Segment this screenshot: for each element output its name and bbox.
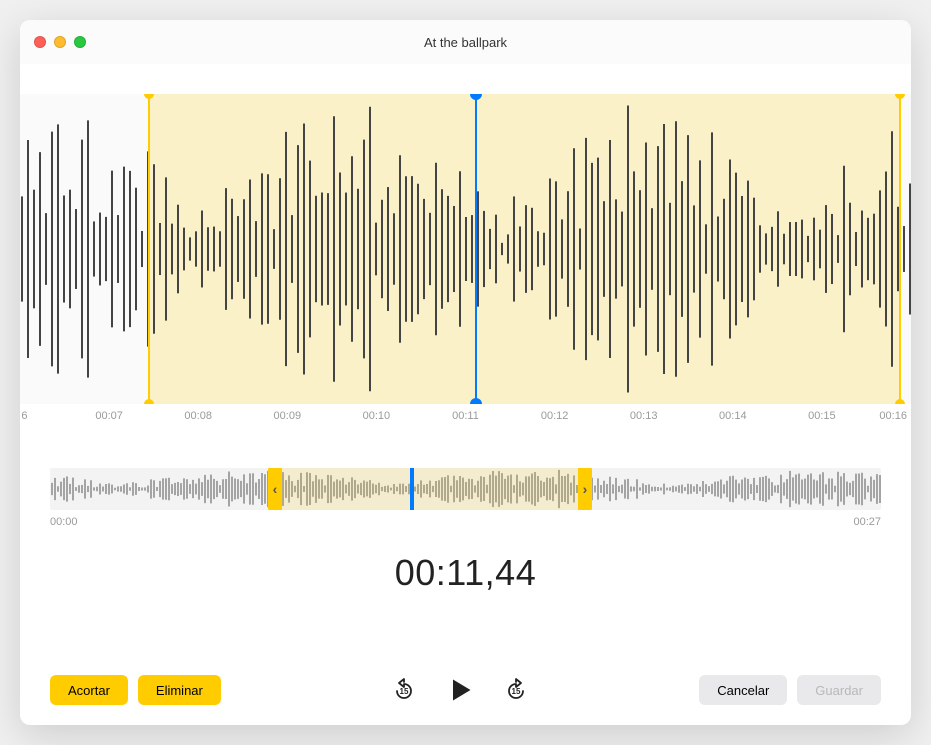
window-zoom-button[interactable] — [74, 36, 86, 48]
overview-time-labels: 00:00 00:27 — [50, 516, 881, 528]
skip-forward-button[interactable]: 15 — [504, 678, 528, 702]
overview-end-label: 00:27 — [853, 516, 881, 528]
save-button[interactable]: Guardar — [797, 675, 881, 705]
trim-end-handle[interactable] — [899, 94, 901, 404]
cancel-button[interactable]: Cancelar — [699, 675, 787, 705]
ruler-tick: 00:14 — [719, 410, 747, 422]
trim-button[interactable]: Acortar — [50, 675, 128, 705]
transport-controls: 15 15 — [231, 676, 689, 704]
ruler-tick: 00:08 — [184, 410, 212, 422]
dialog-buttons: Cancelar Guardar — [699, 675, 881, 705]
overview-playhead[interactable] — [410, 468, 414, 510]
window-close-button[interactable] — [34, 36, 46, 48]
skip-back-icon: 15 — [392, 678, 416, 702]
controls-bar: Acortar Eliminar 15 15 C — [20, 675, 911, 705]
window-title: At the ballpark — [34, 35, 897, 50]
overview-wrapper: ‹ › 00:00 00:27 — [50, 468, 881, 528]
window-minimize-button[interactable] — [54, 36, 66, 48]
playhead[interactable] — [475, 94, 477, 404]
app-window: At the ballpark 6 00:07 00:08 00:09 00:10 00:… — [20, 20, 911, 725]
ruler-tick: 00:09 — [274, 410, 302, 422]
titlebar: At the ballpark — [20, 20, 911, 64]
ruler-tick: 6 — [21, 410, 27, 422]
ruler-tick: 00:12 — [541, 410, 569, 422]
current-timecode: 00:11,44 — [20, 552, 911, 594]
skip-forward-icon: 15 — [504, 678, 528, 702]
waveform-graphic — [20, 94, 911, 404]
overview-trim-start-handle[interactable]: ‹ — [268, 468, 282, 510]
skip-back-button[interactable]: 15 — [392, 678, 416, 702]
ruler-tick: 00:07 — [95, 410, 123, 422]
svg-text:15: 15 — [512, 687, 521, 696]
svg-text:15: 15 — [400, 687, 409, 696]
ruler-tick: 00:10 — [363, 410, 391, 422]
time-ruler: 6 00:07 00:08 00:09 00:10 00:11 00:12 00:13 00:1… — [20, 404, 911, 428]
ruler-tick: 00:13 — [630, 410, 658, 422]
ruler-tick: 00:16 — [879, 410, 907, 422]
overview-start-label: 00:00 — [50, 516, 78, 528]
ruler-tick: 00:11 — [452, 410, 479, 422]
delete-button[interactable]: Eliminar — [138, 675, 221, 705]
trim-start-handle[interactable] — [148, 94, 150, 404]
play-icon — [446, 676, 474, 704]
detail-waveform[interactable] — [20, 94, 911, 404]
overview-selection[interactable] — [280, 468, 580, 510]
ruler-tick: 00:15 — [808, 410, 836, 422]
overview-trim-end-handle[interactable]: › — [578, 468, 592, 510]
traffic-lights — [34, 36, 86, 48]
play-button[interactable] — [446, 676, 474, 704]
overview-waveform[interactable]: ‹ › — [50, 468, 881, 510]
